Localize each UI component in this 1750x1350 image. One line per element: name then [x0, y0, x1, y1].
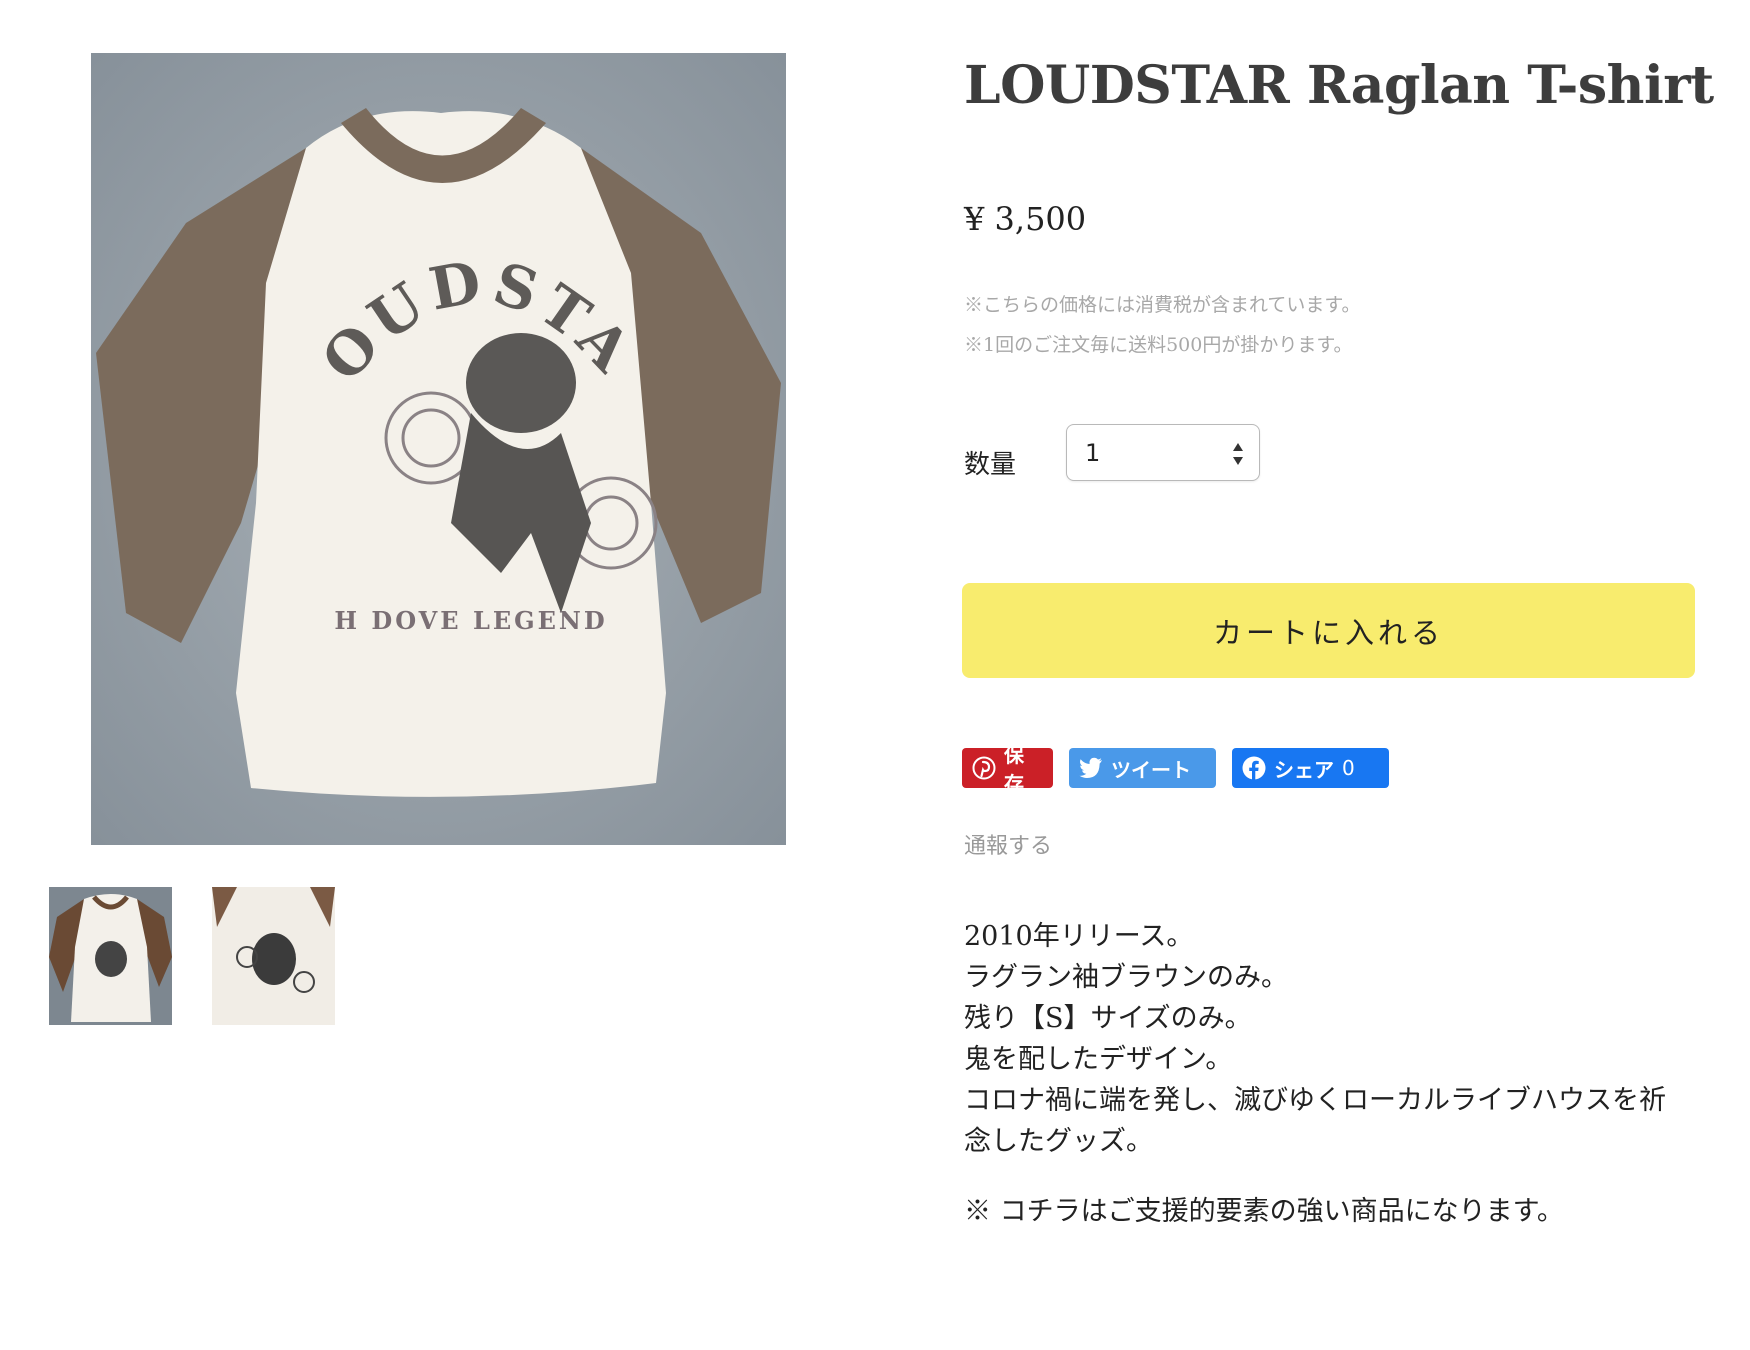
print-bottom-text: H DOVE LEGEND — [334, 606, 607, 635]
product-price: ¥ 3,500 — [964, 200, 1087, 238]
add-to-cart-button[interactable]: カートに入れる — [962, 583, 1695, 678]
product-description: 2010年リリース。 ラグラン袖ブラウンのみ。 残り【S】サイズのみ。 鬼を配し… — [964, 916, 1704, 1232]
twitter-icon — [1079, 757, 1102, 778]
tax-note: ※こちらの価格には消費税が含まれています。 — [964, 294, 1361, 316]
quantity-select[interactable]: 1 — [1066, 424, 1260, 481]
tshirt-photo: LOUDSTAR H DOVE LEGEND — [91, 53, 786, 845]
pinterest-label: 保存 — [1004, 743, 1024, 796]
facebook-share-count: 0 — [1342, 756, 1355, 780]
thumbnail-2-image — [212, 887, 335, 1025]
facebook-share-button[interactable]: シェア 0 — [1232, 748, 1389, 788]
price-notes: ※こちらの価格には消費税が含まれています。 ※1回のご注文毎に送料500円が掛か… — [964, 285, 1361, 365]
description-line: コロナ禍に端を発し、滅びゆくローカルライブハウスを祈 — [964, 1085, 1666, 1116]
main-product-image[interactable]: LOUDSTAR H DOVE LEGEND — [91, 53, 786, 845]
select-arrows-icon — [1233, 443, 1243, 465]
quantity-label: 数量 — [964, 450, 1017, 480]
twitter-tweet-button[interactable]: ツイート — [1069, 748, 1216, 788]
facebook-label: シェア — [1274, 757, 1334, 782]
pinterest-save-button[interactable]: 保存 — [962, 743, 1053, 796]
description-line: ラグラン袖ブラウンのみ。 — [964, 962, 1288, 993]
thumbnail-1[interactable] — [49, 887, 172, 1025]
quantity-value: 1 — [1085, 438, 1101, 467]
shipping-note: ※1回のご注文毎に送料500円が掛かります。 — [964, 334, 1353, 356]
pinterest-icon — [972, 756, 996, 780]
facebook-icon — [1242, 756, 1266, 780]
description-line: 残り【S】サイズのみ。 — [964, 1003, 1252, 1034]
twitter-label: ツイート — [1111, 757, 1191, 782]
thumbnail-2[interactable] — [212, 887, 335, 1025]
report-link[interactable]: 通報する — [964, 828, 1052, 860]
description-note: ※ コチラはご支援的要素の強い商品になります。 — [964, 1196, 1564, 1227]
product-title: LOUDSTAR Raglan T-shirt — [964, 55, 1714, 116]
description-line: 2010年リリース。 — [964, 921, 1194, 952]
description-line: 念したグッズ。 — [964, 1126, 1153, 1157]
thumbnail-1-image — [49, 887, 172, 1025]
description-line: 鬼を配したデザイン。 — [964, 1044, 1233, 1075]
